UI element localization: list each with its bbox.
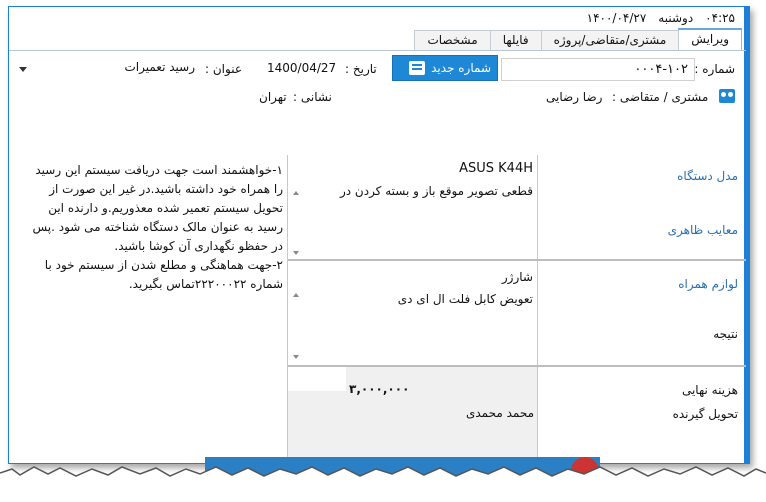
notes-line: را همراه خود داشته باشید.در غیر این صورت… bbox=[49, 182, 283, 196]
device-defects-field[interactable]: ASUS K44H قطعی تصویر موقع باز و بسته کرد… bbox=[287, 157, 537, 259]
notes-line: رسید به عنوان مالک دستگاه شناخته می شود … bbox=[32, 220, 283, 234]
status-date: ۱۴۰۰/۰۴/۲۷ bbox=[586, 11, 647, 25]
tab-files[interactable]: فایلها bbox=[489, 30, 542, 50]
final-cost-value[interactable]: ۳,۰۰۰,۰۰۰ bbox=[349, 379, 409, 399]
receipt-grid: مدل دستگاه معایب ظاهری لوازم همراه نتیجه… bbox=[9, 155, 746, 459]
notes-line: تحویل سیستم تعمیر شده معذوریم.و دارنده ا… bbox=[48, 201, 283, 215]
chevron-down-icon bbox=[19, 67, 27, 72]
final-cost-label: هزینه نهایی bbox=[681, 383, 738, 397]
notes-line: ۲-جهت هماهنگی و مطلع شدن از سیستم خود با bbox=[44, 258, 283, 272]
customer-icon-wrap[interactable] bbox=[719, 89, 737, 105]
device-model-value: ASUS K44H bbox=[459, 161, 533, 176]
new-number-label: شماره جدید bbox=[431, 61, 491, 75]
accessories-value-1: شارژر bbox=[501, 270, 533, 284]
number-field[interactable]: ۰۰۰۴-۱۰۲ bbox=[501, 58, 695, 81]
scroll-down-icon[interactable] bbox=[293, 355, 299, 359]
subject-value: رسید تعمیرات bbox=[124, 60, 195, 74]
defects-value: قطعی تصویر موقع باز و بسته کردن در bbox=[339, 184, 533, 198]
device-model-label: مدل دستگاه bbox=[677, 169, 738, 183]
tab-customer-project[interactable]: مشتری/متقاضی/پروژه bbox=[540, 30, 680, 50]
scroll-down-icon[interactable] bbox=[293, 251, 299, 255]
tab-bar: ویرایش مشتری/متقاضی/پروژه فایلها مشخصات bbox=[9, 28, 746, 51]
number-label: شماره : bbox=[694, 62, 735, 76]
defects-label: معایب ظاهری bbox=[667, 223, 738, 237]
receiver-value[interactable]: محمد محمدی bbox=[466, 403, 534, 423]
subject-select[interactable]: رسید تعمیرات bbox=[13, 57, 201, 81]
date-label: تاریخ : bbox=[345, 62, 377, 76]
torn-paper bbox=[0, 467, 766, 502]
notes-line: شماره ۲۲۲۰۰۰۲۲تماس بگیرید. bbox=[128, 277, 283, 291]
receipt-notes: ۱-خواهشمند است جهت دریافت سیستم این رسید… bbox=[13, 161, 283, 294]
torn-edge bbox=[0, 457, 766, 502]
column-divider-2 bbox=[537, 155, 538, 459]
scroll-up-icon[interactable] bbox=[293, 191, 299, 195]
accessories-label: لوازم همراه bbox=[678, 277, 738, 291]
row-separator bbox=[288, 259, 746, 261]
customer-value: رضا رضایی bbox=[546, 90, 603, 104]
status-time: ۰۴:۲۵ bbox=[705, 11, 735, 25]
tab-specs[interactable]: مشخصات bbox=[414, 30, 491, 50]
customer-icon bbox=[719, 89, 735, 103]
subject-label: عنوان : bbox=[205, 62, 242, 76]
address-label: نشانی : bbox=[293, 90, 332, 104]
list-icon bbox=[409, 61, 426, 75]
notes-line: در حفظو نگهداری آن کوشا باشید. bbox=[114, 239, 283, 253]
new-number-button[interactable]: شماره جدید bbox=[392, 55, 498, 81]
number-value: ۰۰۰۴-۱۰۲ bbox=[634, 62, 688, 77]
address-value: تهران bbox=[259, 90, 287, 104]
status-line: ۰۴:۲۵ دوشنبه ۱۴۰۰/۰۴/۲۷ bbox=[587, 11, 735, 29]
tab-edit[interactable]: ویرایش bbox=[678, 28, 742, 50]
result-label: نتیجه bbox=[713, 327, 738, 341]
cost-input-blank bbox=[288, 367, 346, 391]
accessories-value-2: تعویض کابل فلت ال ای دی bbox=[397, 292, 533, 306]
customer-label: مشتری / متقاضی : bbox=[612, 90, 709, 104]
status-weekday: دوشنبه bbox=[658, 11, 694, 25]
accessories-field[interactable]: شارژر تعویض کابل فلت ال ای دی bbox=[287, 263, 537, 365]
row-separator-2 bbox=[288, 365, 746, 367]
scroll-up-icon[interactable] bbox=[293, 293, 299, 297]
receiver-label: تحویل گیرنده bbox=[672, 407, 738, 421]
notes-line: ۱-خواهشمند است جهت دریافت سیستم این رسید bbox=[35, 163, 283, 177]
date-field[interactable]: 1400/04/27 bbox=[267, 61, 336, 75]
app-window: ۰۴:۲۵ دوشنبه ۱۴۰۰/۰۴/۲۷ ویرایش مشتری/متق… bbox=[8, 6, 750, 464]
